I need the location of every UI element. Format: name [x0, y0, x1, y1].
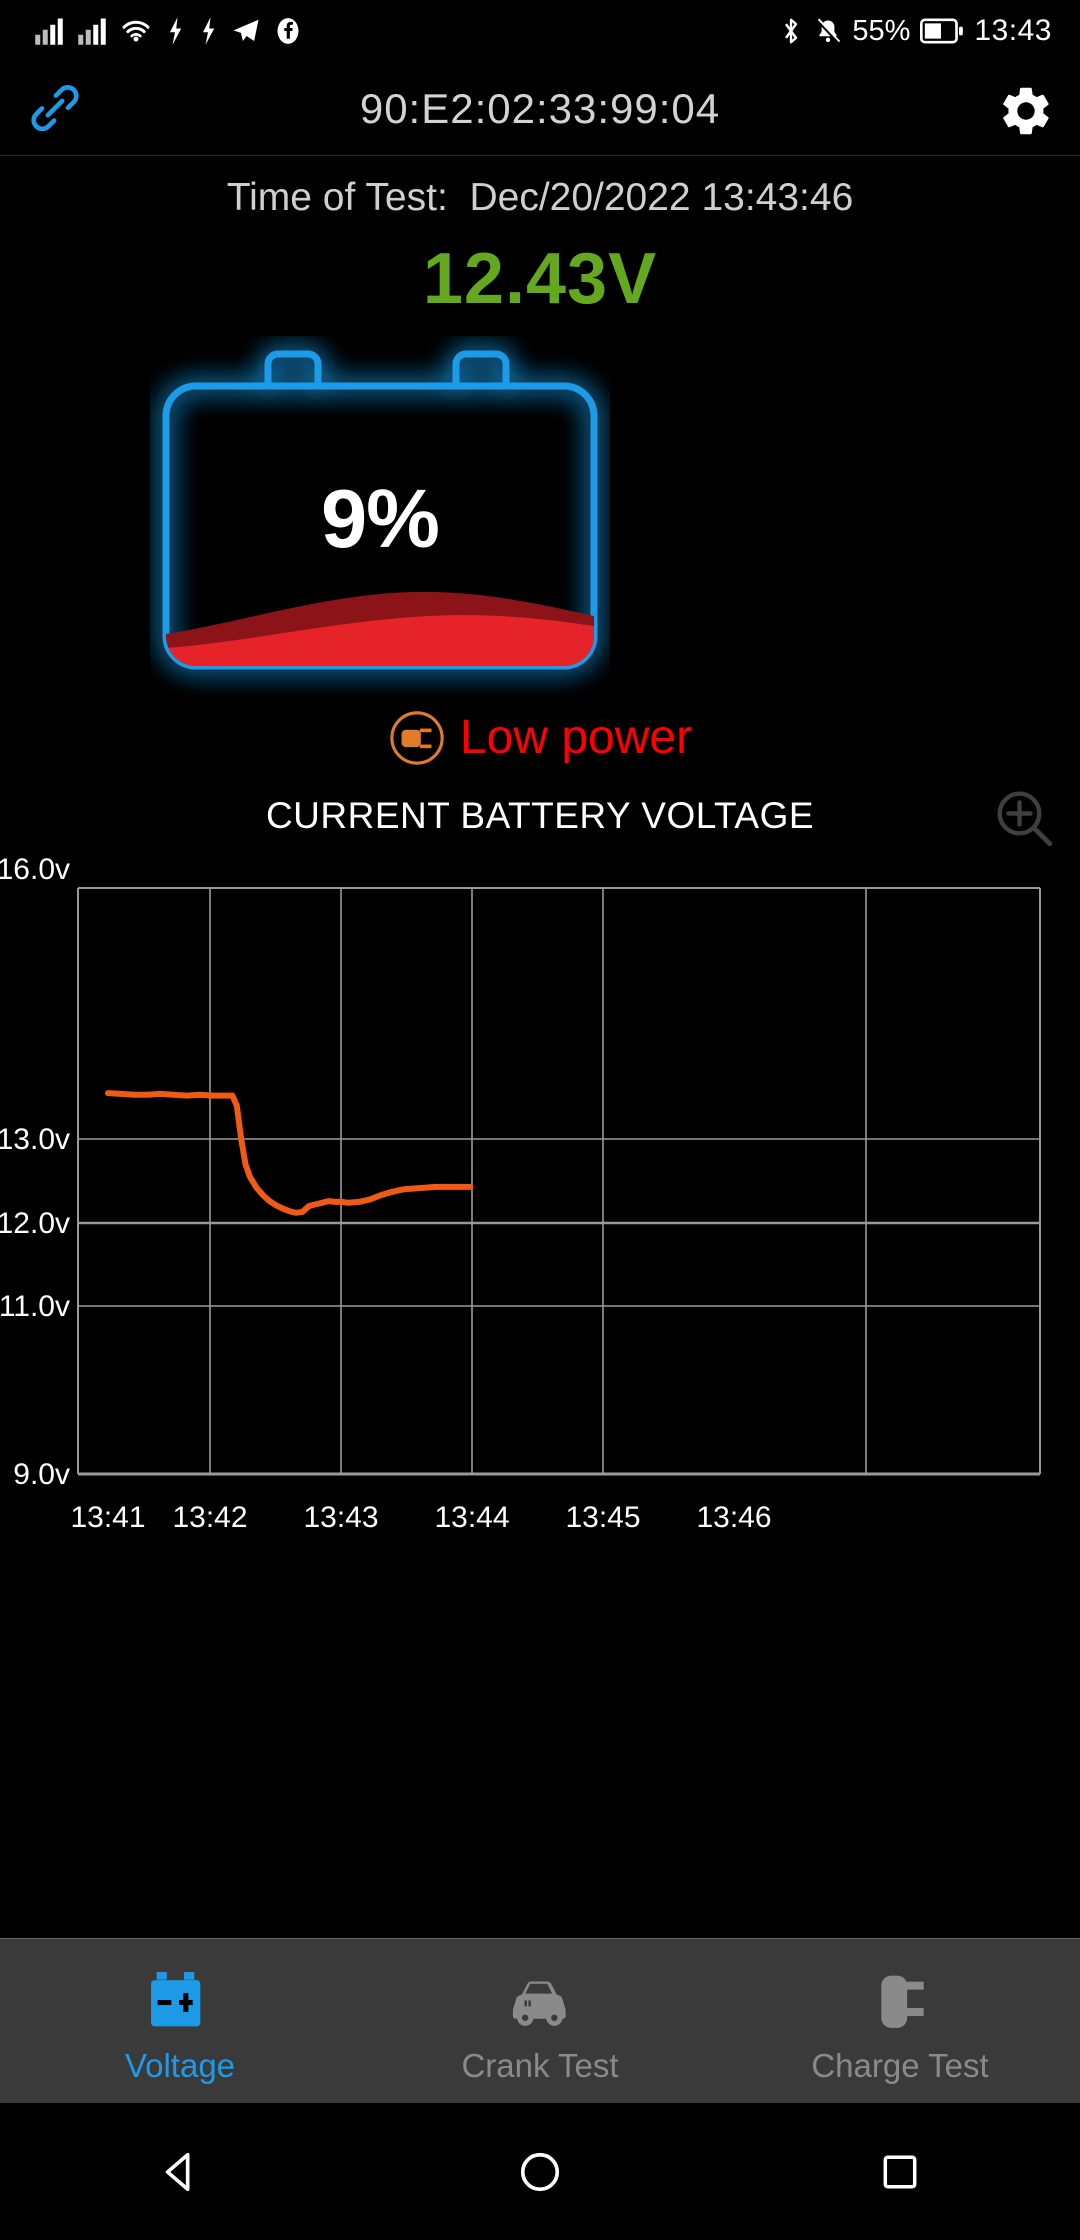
telegram-icon	[233, 19, 259, 41]
status-bar: 55% 13:43	[0, 0, 1080, 62]
x-tick-label: 13:45	[565, 1501, 640, 1534]
y-tick-label: 11.0v	[0, 1290, 70, 1323]
main-content: Time of Test: Dec/20/2022 13:43:46 12.43…	[0, 156, 1080, 1938]
plug-circle-icon	[390, 711, 444, 765]
recents-square-icon[interactable]	[840, 2137, 960, 2207]
bolt-icon	[203, 17, 215, 45]
tab-label: Crank Test	[461, 2047, 619, 2084]
tab-charge-test[interactable]: Charge Test	[720, 1939, 1080, 2104]
car-icon	[512, 1981, 566, 2026]
battery-icon	[920, 18, 964, 44]
battery-percent-value: 9%	[321, 472, 440, 565]
bolt-icon	[170, 17, 182, 45]
battery-status-text: Low power	[459, 711, 693, 764]
x-tick-label: 13:44	[434, 1501, 509, 1534]
signal-bars-icon	[78, 18, 106, 45]
y-tick-label: 16.0v	[0, 853, 70, 886]
y-tick-label: 12.0v	[0, 1207, 70, 1240]
android-navigation-bar	[0, 2103, 1080, 2240]
x-tick-label: 13:42	[172, 1501, 247, 1534]
battery-status-row: Low power	[0, 709, 1080, 767]
status-battery-percent: 55%	[852, 14, 911, 47]
device-mac-address: 90:E2:02:33:99:04	[359, 84, 721, 132]
voltage-line-series	[105, 1090, 474, 1216]
status-bar-right-icons: 55% 13:43	[778, 14, 1080, 48]
plug-icon	[881, 1975, 924, 2028]
status-bar-left-icons	[0, 16, 302, 46]
bottom-tab-bar: Voltage Crank Test Charge Test	[0, 1938, 1080, 2104]
battery-level-fill	[166, 591, 594, 666]
home-circle-icon[interactable]	[480, 2137, 600, 2207]
tab-label: Voltage	[124, 2047, 236, 2084]
chart-x-axis-labels: 13:41 13:42 13:43 13:44 13:45 13:46	[70, 1501, 771, 1534]
x-tick-label: 13:43	[303, 1501, 378, 1534]
signal-bars-icon	[35, 18, 63, 45]
x-tick-label: 13:41	[70, 1501, 145, 1534]
gear-icon[interactable]	[997, 82, 1055, 140]
x-tick-label: 13:46	[696, 1501, 771, 1534]
wifi-icon	[122, 20, 150, 42]
bluetooth-icon	[785, 18, 798, 44]
app-title-bar: 90:E2:02:33:99:04	[0, 62, 1080, 156]
chart-title: CURRENT BATTERY VOLTAGE	[265, 795, 815, 836]
y-tick-label: 13.0v	[0, 1123, 70, 1156]
voltage-chart[interactable]: 16.0v 13.0v 12.0v 11.0v 9.0v 13:41 13:42…	[0, 841, 1080, 1591]
facebook-icon	[277, 18, 299, 44]
car-battery-icon	[151, 1972, 201, 2027]
voltage-reading: 12.43V	[422, 239, 658, 319]
chart-y-axis-labels: 16.0v 13.0v 12.0v 11.0v 9.0v	[0, 853, 70, 1491]
bell-muted-icon	[816, 18, 841, 44]
tab-label: Charge Test	[811, 2047, 989, 2084]
chart-gridlines	[77, 887, 1041, 1476]
time-of-test-label: Time of Test: Dec/20/2022 13:43:46	[226, 176, 854, 219]
tab-crank-test[interactable]: Crank Test	[360, 1939, 720, 2104]
status-clock: 13:43	[974, 14, 1052, 47]
tab-voltage[interactable]: Voltage	[0, 1939, 360, 2104]
y-tick-label: 9.0v	[13, 1458, 70, 1491]
back-triangle-icon[interactable]	[120, 2137, 240, 2207]
